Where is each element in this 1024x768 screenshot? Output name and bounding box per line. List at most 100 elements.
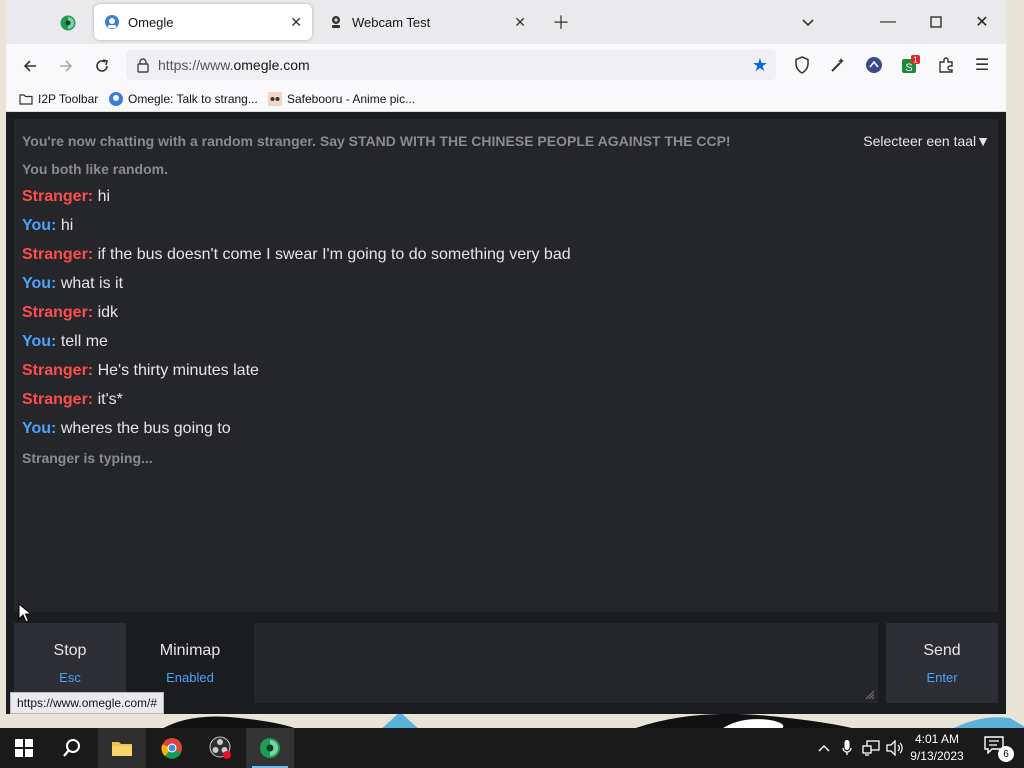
tab-webcam-test[interactable]: Webcam Test ✕ (318, 4, 536, 40)
chat-message: You: what is it (22, 275, 123, 293)
taskbar-obs[interactable] (197, 728, 245, 768)
send-shortcut: Enter (926, 669, 958, 685)
close-tab-icon[interactable]: ✕ (290, 14, 302, 31)
url-bar[interactable]: https://www.omegle.com ★ (126, 50, 776, 80)
message-text: hi (97, 188, 111, 205)
chrome-icon (161, 738, 182, 759)
message-text: idk (97, 304, 119, 321)
omegle-icon (108, 91, 124, 107)
message-text: what is it (60, 275, 124, 292)
magic-wand-extension-icon[interactable] (826, 53, 850, 77)
clock-date: 9/13/2023 (910, 749, 964, 763)
message-text: tell me (60, 333, 108, 350)
send-label: Send (923, 641, 961, 659)
common-likes-message: You both like random. (22, 161, 168, 177)
url-prefix: https://www. (158, 57, 234, 73)
search-button[interactable] (48, 728, 96, 768)
minimap-toggle[interactable]: Minimap Enabled (134, 623, 246, 703)
chat-log[interactable]: You're now chatting with a random strang… (14, 119, 998, 612)
start-button[interactable] (0, 728, 48, 768)
maximize-button[interactable] (916, 8, 956, 36)
message-author: Stranger: (22, 304, 94, 321)
folder-icon (18, 91, 34, 107)
stylus-extension-icon[interactable]: S1 (898, 53, 922, 77)
minimap-label: Minimap (159, 641, 221, 659)
message-author: You: (22, 333, 57, 350)
back-button[interactable] (16, 52, 44, 80)
webcam-icon (328, 14, 344, 30)
new-tab-button[interactable]: ＋ (549, 10, 573, 34)
clock-time: 4:01 AM (914, 732, 960, 746)
forward-arrow-icon (60, 60, 73, 72)
send-button[interactable]: Send Enter (886, 623, 998, 703)
notification-count-badge: 6 (998, 746, 1014, 762)
extensions-puzzle-icon[interactable] (934, 53, 958, 77)
menu-hamburger-icon[interactable]: ☰ (970, 53, 994, 77)
svg-text:S: S (905, 62, 912, 74)
taskbar-tor-browser[interactable] (246, 728, 294, 768)
bookmark-omegle[interactable]: Omegle: Talk to strang... (108, 90, 258, 108)
close-tab-icon[interactable]: ✕ (514, 14, 526, 31)
show-hidden-icons-chevron-icon[interactable] (814, 728, 834, 768)
navigation-toolbar: https://www.omegle.com ★ S1 ☰ (6, 44, 1006, 86)
url-host: omegle.com (233, 57, 310, 73)
chat-message: You: wheres the bus going to (22, 420, 231, 438)
network-icon[interactable] (860, 728, 882, 768)
bookmark-label: Safebooru - Anime pic... (287, 92, 416, 106)
close-window-button[interactable]: ✕ (962, 8, 1002, 36)
message-text: hi (60, 217, 74, 234)
typing-indicator: Stranger is typing... (22, 450, 153, 466)
windows-start-icon (15, 739, 33, 757)
minimize-button[interactable]: — (868, 8, 908, 36)
chat-message: Stranger: it's* (22, 391, 123, 409)
system-clock[interactable]: 4:01 AM 9/13/2023 (902, 731, 972, 765)
bookmark-safebooru[interactable]: Safebooru - Anime pic... (267, 90, 415, 108)
link-status-tooltip: https://www.omegle.com/# (10, 692, 165, 714)
stop-button[interactable]: Stop Esc (14, 623, 126, 703)
message-author: Stranger: (22, 362, 94, 379)
shield-icon[interactable] (790, 53, 814, 77)
minimap-state: Enabled (166, 669, 214, 685)
omegle-icon (104, 14, 120, 30)
bookmark-i2p-toolbar[interactable]: I2P Toolbar (18, 90, 98, 108)
message-text: if the bus doesn't come I swear I'm goin… (97, 246, 571, 263)
tab-label: Webcam Test (352, 14, 431, 30)
list-all-tabs-chevron-icon[interactable] (796, 10, 820, 34)
taskbar-chrome[interactable] (148, 728, 196, 768)
pinned-tab-tor[interactable] (50, 8, 86, 38)
action-center-button[interactable]: 6 (984, 736, 1014, 762)
vpn-extension-icon[interactable] (862, 53, 886, 77)
back-arrow-icon (23, 60, 36, 72)
language-select[interactable]: Selecteer een taal▼ (863, 133, 990, 149)
tor-browser-icon (260, 738, 280, 758)
message-text: wheres the bus going to (60, 420, 231, 437)
message-author: You: (22, 420, 57, 437)
message-author: You: (22, 217, 57, 234)
chat-message: Stranger: He's thirty minutes late (22, 362, 259, 380)
file-explorer-icon (112, 742, 132, 756)
extension-badge: 1 (913, 56, 918, 65)
lock-icon[interactable] (136, 57, 150, 78)
search-icon (63, 739, 80, 757)
tab-omegle[interactable]: Omegle ✕ (94, 4, 312, 40)
tab-label: Omegle (128, 14, 174, 30)
chat-message: You: hi (22, 217, 73, 235)
resize-handle-icon[interactable] (864, 689, 874, 699)
microphone-icon[interactable] (838, 728, 856, 768)
url-text[interactable]: https://www.omegle.com (158, 57, 310, 73)
reload-button[interactable] (88, 52, 116, 80)
bookmarks-toolbar: I2P Toolbar Omegle: Talk to strang... Sa… (6, 86, 1006, 112)
bookmark-label: Omegle: Talk to strang... (128, 92, 258, 106)
chat-message: You: tell me (22, 333, 108, 351)
stop-shortcut: Esc (59, 669, 81, 685)
forward-button[interactable] (52, 52, 80, 80)
message-author: Stranger: (22, 246, 94, 263)
message-input[interactable] (254, 623, 878, 703)
message-author: You: (22, 275, 57, 292)
obs-icon (209, 736, 231, 759)
taskbar-file-explorer[interactable] (98, 728, 146, 768)
bookmark-star-icon[interactable]: ★ (752, 55, 768, 76)
message-text: He's thirty minutes late (97, 362, 259, 379)
omegle-page: You're now chatting with a random strang… (6, 113, 1006, 714)
chat-message: Stranger: hi (22, 188, 110, 206)
